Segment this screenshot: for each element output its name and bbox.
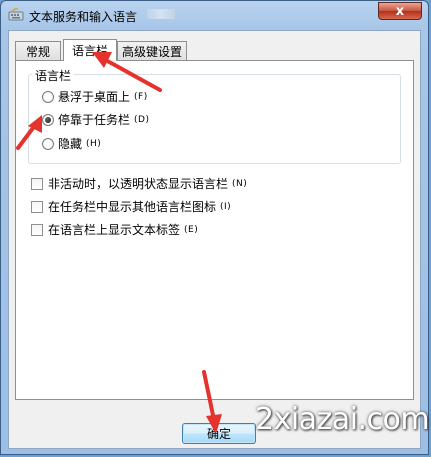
radio-label: 隐藏	[58, 137, 83, 151]
dialog-window: 文本服务和输入语言 x 常规 语言栏 高级键设置 语言栏 悬浮于桌面上 (F) …	[0, 0, 429, 455]
keyboard-icon	[8, 8, 24, 21]
dialog-client-area: 常规 语言栏 高级键设置 语言栏 悬浮于桌面上 (F) 停靠于任务栏 (D) 隐…	[8, 30, 421, 449]
access-key-hint: (E)	[184, 224, 199, 235]
radio-label: 停靠于任务栏	[58, 113, 131, 127]
checkbox-show-text-labels[interactable]: 在语言栏上显示文本标签 (E)	[31, 221, 198, 238]
radio-button[interactable]	[42, 90, 54, 103]
tab-advanced-key-settings[interactable]: 高级键设置	[117, 41, 187, 60]
radio-label: 悬浮于桌面上	[58, 90, 131, 104]
title-bar[interactable]: 文本服务和输入语言 x	[1, 1, 428, 29]
checkbox-transparent-when-inactive[interactable]: 非活动时，以透明状态显示语言栏 (N)	[31, 175, 247, 192]
radio-button[interactable]	[42, 137, 54, 150]
radio-hidden[interactable]: 隐藏 (H)	[42, 135, 101, 152]
ok-button[interactable]: 确定	[182, 423, 256, 444]
access-key-hint: (D)	[134, 114, 150, 125]
checkbox[interactable]	[31, 177, 43, 190]
tab-general[interactable]: 常规	[15, 41, 61, 60]
checkbox[interactable]	[31, 200, 43, 213]
access-key-hint: (H)	[86, 138, 102, 149]
radio-float-on-desktop[interactable]: 悬浮于桌面上 (F)	[42, 88, 148, 105]
checkbox-label: 在语言栏上显示文本标签	[48, 223, 181, 237]
groupbox-legend: 语言栏	[32, 67, 75, 84]
close-button[interactable]: x	[378, 2, 422, 20]
tab-language-bar[interactable]: 语言栏	[63, 39, 117, 61]
access-key-hint: (F)	[134, 91, 148, 102]
tab-panel-language-bar: 语言栏 悬浮于桌面上 (F) 停靠于任务栏 (D) 隐藏 (H) 非活动时，以透…	[15, 60, 414, 400]
access-key-hint: (N)	[232, 178, 248, 189]
title-obscured-text	[147, 9, 175, 19]
radio-button-selected[interactable]	[42, 113, 54, 126]
close-icon: x	[395, 3, 405, 19]
site-watermark: 2xiazai.com	[255, 402, 430, 437]
checkbox[interactable]	[31, 223, 43, 236]
access-key-hint: (I)	[220, 201, 232, 212]
window-title: 文本服务和输入语言	[29, 10, 138, 24]
checkbox-label: 非活动时，以透明状态显示语言栏	[48, 177, 229, 191]
checkbox-show-extra-icons[interactable]: 在任务栏中显示其他语言栏图标 (I)	[31, 198, 231, 215]
radio-dock-in-taskbar[interactable]: 停靠于任务栏 (D)	[42, 111, 149, 128]
checkbox-label: 在任务栏中显示其他语言栏图标	[48, 200, 217, 214]
